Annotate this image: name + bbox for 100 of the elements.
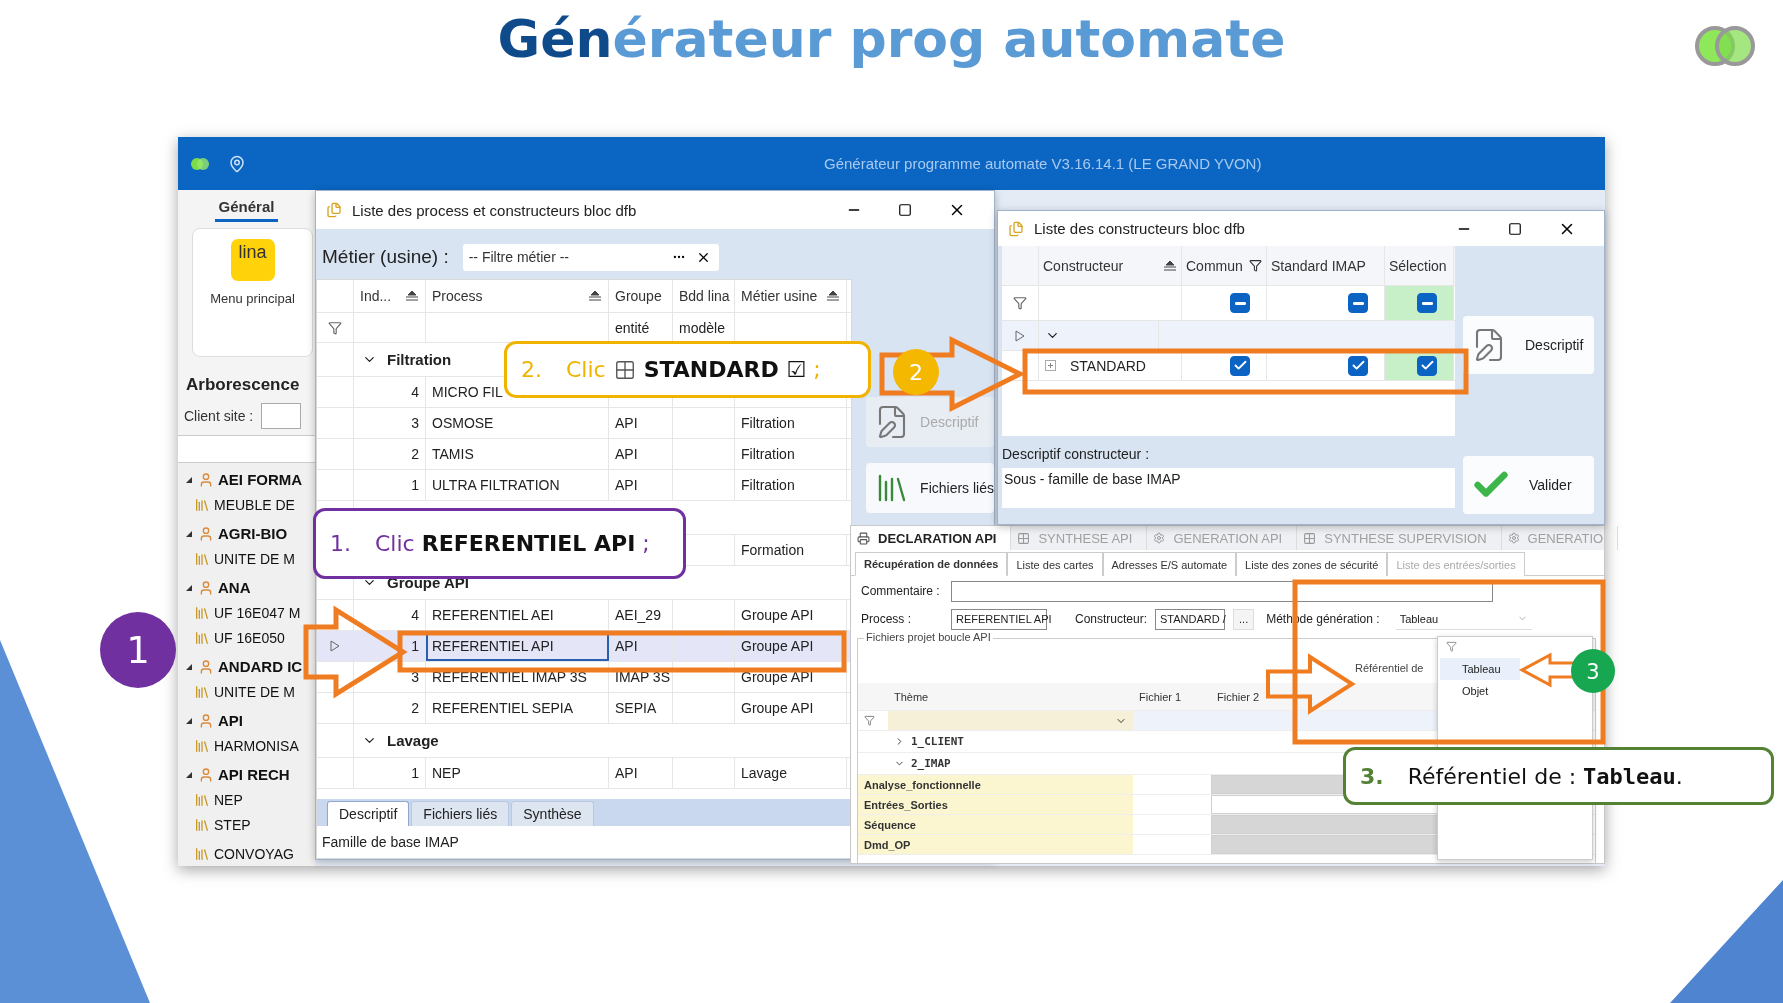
callout-text: Référentiel de : Tableau. xyxy=(1407,763,1683,789)
sort-icon[interactable] xyxy=(826,291,840,301)
tree-item[interactable]: 1_CLIENT xyxy=(911,735,964,748)
column-header[interactable]: Commun xyxy=(1182,246,1267,285)
validate-button[interactable]: Valider xyxy=(1463,456,1594,514)
checkbox[interactable] xyxy=(1348,355,1368,376)
table-row[interactable]: 1 ULTRA FILTRATION API Filtration xyxy=(317,470,852,501)
browse-button[interactable]: ... xyxy=(1233,608,1255,630)
tree-item[interactable]: API xyxy=(218,712,243,729)
app-logo: lina xyxy=(230,239,275,281)
filter-icon[interactable] xyxy=(1013,296,1027,310)
table-row[interactable]: 3 OSMOSE API Filtration xyxy=(317,408,852,439)
tree-item[interactable]: ANDARD IC xyxy=(218,658,303,675)
constructor-field[interactable]: STANDARD / xyxy=(1155,608,1226,630)
checkbox[interactable] xyxy=(1417,355,1437,376)
app-icon xyxy=(190,156,210,171)
sort-icon[interactable] xyxy=(588,291,602,301)
table-cell: REFERENTIEL IMAP 3S xyxy=(426,662,609,692)
tree-item[interactable]: AGRI-BIO xyxy=(218,525,288,542)
description-field[interactable]: Sous - famille de base IMAP xyxy=(1002,468,1455,508)
checkbox[interactable] xyxy=(1230,293,1250,313)
gear-icon xyxy=(1507,532,1520,544)
column-header[interactable]: Métier usine xyxy=(735,280,847,312)
checkbox[interactable] xyxy=(1417,293,1437,313)
table-row[interactable]: 4 REFERENTIEL AEI AEI_29 Groupe API xyxy=(317,600,852,631)
table-cell: OSMOSE xyxy=(426,408,609,438)
column-header[interactable]: Thème xyxy=(894,690,929,703)
description-label: Descriptif constructeur : xyxy=(1002,446,1151,462)
maximize-icon[interactable] xyxy=(898,203,912,217)
table-cell: Groupe API xyxy=(735,600,847,630)
tree-item[interactable]: UF 16E050 xyxy=(214,629,285,646)
person-icon xyxy=(198,579,214,596)
sort-icon[interactable] xyxy=(1163,260,1177,271)
dropdown-option[interactable]: Tableau xyxy=(1440,658,1520,680)
table-row[interactable]: 2 TAMIS API Filtration xyxy=(317,439,852,470)
filter-cell[interactable] xyxy=(888,711,1133,730)
main-menu-button[interactable]: lina Menu principal xyxy=(192,228,313,358)
checkbox[interactable] xyxy=(1348,293,1368,313)
table-cell: Entrées_Sorties xyxy=(858,795,1133,814)
tab[interactable]: Liste des cartes xyxy=(1007,552,1103,576)
tab[interactable]: Général xyxy=(214,196,279,222)
sort-icon[interactable] xyxy=(405,291,419,301)
tree-item[interactable]: AEI FORMA xyxy=(218,471,303,488)
filter-icon[interactable] xyxy=(1249,259,1262,272)
column-header[interactable]: Constructeur xyxy=(1039,246,1182,285)
method-dropdown[interactable]: Tableau xyxy=(1395,608,1532,630)
column-header[interactable]: Process xyxy=(426,280,609,312)
client-site-field[interactable] xyxy=(261,403,302,430)
checkbox[interactable] xyxy=(1230,355,1250,376)
column-header[interactable]: Ind... xyxy=(354,280,426,312)
tab[interactable]: DECLARATION API xyxy=(851,526,1012,550)
table-icon xyxy=(1303,531,1317,545)
tree-item[interactable]: ANA xyxy=(218,579,251,596)
minus-icon xyxy=(1234,301,1246,305)
column-header[interactable]: Fichier 1 xyxy=(1139,690,1182,703)
tree-item[interactable]: MEUBLE DE xyxy=(214,496,295,513)
table-row[interactable]: 2 REFERENTIEL SEPIA SEPIA Groupe API xyxy=(317,693,852,724)
table-cell: 3 xyxy=(354,408,426,438)
description-button[interactable]: Descriptif xyxy=(1463,316,1594,374)
table-cell: API xyxy=(609,470,673,500)
tab[interactable]: Liste des zones de sécurité xyxy=(1236,552,1388,576)
column-header[interactable]: Standard IMAP xyxy=(1267,246,1385,285)
column-header[interactable]: Fichier 2 xyxy=(1217,690,1260,703)
tab[interactable]: Synthèse xyxy=(511,801,594,826)
location-icon[interactable] xyxy=(228,154,246,173)
table-cell: 1 xyxy=(354,631,426,661)
section-title: Arborescence xyxy=(185,375,301,396)
filter-label: Métier (usine) : xyxy=(322,246,449,268)
tree-item[interactable]: API RECH xyxy=(218,766,290,783)
referential-label: Référentiel de xyxy=(1355,662,1424,674)
tree-item[interactable]: UNITE DE M xyxy=(214,683,295,700)
minus-icon xyxy=(1421,301,1433,305)
table-cell: SEPIA xyxy=(609,693,673,723)
tree-item[interactable]: STEP xyxy=(214,816,251,833)
books-icon xyxy=(194,629,210,646)
check-icon xyxy=(1419,358,1435,373)
tree-item[interactable]: UF 16E047 M xyxy=(214,604,301,621)
tab[interactable]: Adresses E/S automate xyxy=(1102,552,1237,576)
column-header[interactable]: Groupe xyxy=(609,280,673,312)
filter-field[interactable]: -- Filtre métier -- xyxy=(462,243,719,271)
tab[interactable]: Récupération de données xyxy=(855,552,1008,576)
tab[interactable]: Fichiers liés xyxy=(411,801,510,826)
tab[interactable]: Descriptif xyxy=(327,801,410,826)
column-header[interactable]: Bdd lina xyxy=(673,280,735,312)
filter-icon[interactable] xyxy=(328,320,342,335)
tree-item[interactable]: 2_IMAP xyxy=(911,757,951,770)
books-icon xyxy=(194,791,210,808)
maximize-icon[interactable] xyxy=(1508,221,1522,236)
table-cell: Filtration xyxy=(735,470,847,500)
expand-icon[interactable] xyxy=(1045,360,1056,371)
tree-item[interactable]: NEP xyxy=(214,791,243,808)
tree-item[interactable]: CONVOYAG xyxy=(214,845,294,862)
table-row[interactable]: 1 NEP API Lavage xyxy=(317,758,852,789)
column-header[interactable]: Sélection xyxy=(1385,246,1454,285)
side-button[interactable]: Fichiers liés xyxy=(866,463,994,513)
tree-item[interactable]: UNITE DE M xyxy=(214,550,295,567)
tree-item[interactable]: HARMONISA xyxy=(214,737,299,754)
table-cell: ULTRA FILTRATION xyxy=(426,470,609,500)
filter-cell[interactable] xyxy=(1133,711,1211,730)
printer-icon xyxy=(857,531,870,545)
